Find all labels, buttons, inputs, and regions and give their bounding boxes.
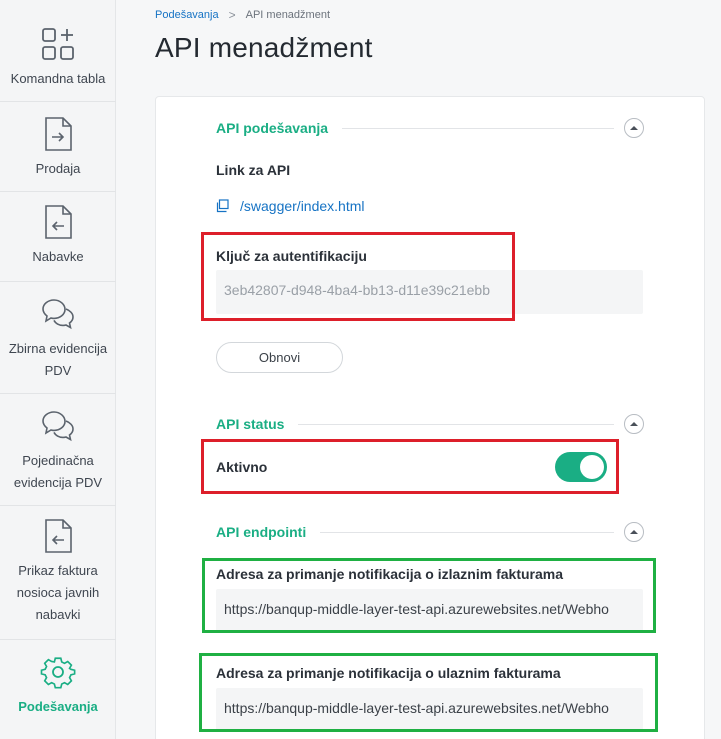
sidebar-item-label: Prodaja	[35, 161, 81, 176]
section-title: API endpointi	[216, 524, 307, 540]
breadcrumb: Podešavanja > API menadžment	[155, 8, 330, 22]
page-title: API menadžment	[155, 32, 373, 63]
section-api-settings-header: API podešavanja	[216, 118, 644, 138]
sidebar-item-public-procurement[interactable]: Prikaz faktura nosioca javnih nabavki	[0, 506, 116, 640]
sidebar-item-summary-vat[interactable]: Zbirna evidencija PDV	[0, 282, 116, 394]
document-arrow-right-icon	[45, 117, 72, 151]
section-divider	[342, 127, 614, 129]
section-api-status-header: API status	[216, 414, 644, 434]
sidebar-item-label: Prikaz faktura nosioca javnih nabavki	[16, 563, 100, 622]
section-divider	[298, 423, 614, 425]
highlight-incoming-endpoint	[199, 653, 658, 732]
dashboard-grid-icon	[42, 28, 74, 60]
chat-bubbles-icon	[42, 411, 74, 442]
highlight-auth-key	[201, 232, 515, 321]
breadcrumb-current: API menadžment	[245, 9, 330, 21]
sidebar: Komandna tabla Prodaja Nabavke Zbirna ev…	[0, 0, 116, 739]
sidebar-item-label: Pojedinačna evidencija PDV	[13, 453, 103, 490]
section-title: API podešavanja	[216, 120, 329, 136]
gear-icon	[40, 657, 76, 689]
chat-bubbles-icon	[42, 299, 74, 330]
section-api-endpoints-header: API endpointi	[216, 522, 644, 542]
copy-icon[interactable]	[216, 199, 230, 213]
section-title: API status	[216, 416, 285, 432]
sidebar-item-sales[interactable]: Prodaja	[0, 102, 116, 192]
api-link-row: /swagger/index.html	[216, 198, 365, 214]
breadcrumb-separator: >	[228, 8, 236, 22]
sidebar-item-label: Podešavanja	[18, 699, 98, 714]
sidebar-item-purchases[interactable]: Nabavke	[0, 192, 116, 282]
sidebar-item-dashboard[interactable]: Komandna tabla	[0, 0, 116, 102]
highlight-api-status	[201, 439, 619, 494]
section-divider	[320, 531, 614, 533]
document-arrow-left-icon	[45, 519, 72, 553]
renew-key-button[interactable]: Obnovi	[216, 342, 343, 373]
breadcrumb-parent-link[interactable]: Podešavanja	[155, 9, 219, 21]
highlight-outgoing-endpoint	[202, 558, 656, 633]
chevron-up-icon[interactable]	[624, 118, 644, 138]
sidebar-item-label: Zbirna evidencija PDV	[8, 341, 108, 378]
document-arrow-left-icon	[45, 205, 72, 239]
api-link-label: Link za API	[216, 162, 291, 178]
sidebar-item-label: Komandna tabla	[10, 71, 106, 86]
api-swagger-link[interactable]: /swagger/index.html	[240, 198, 365, 214]
sidebar-item-label: Nabavke	[32, 249, 84, 264]
chevron-up-icon[interactable]	[624, 414, 644, 434]
sidebar-item-individual-vat[interactable]: Pojedinačna evidencija PDV	[0, 394, 116, 506]
chevron-up-icon[interactable]	[624, 522, 644, 542]
sidebar-item-settings[interactable]: Podešavanja	[0, 640, 116, 739]
